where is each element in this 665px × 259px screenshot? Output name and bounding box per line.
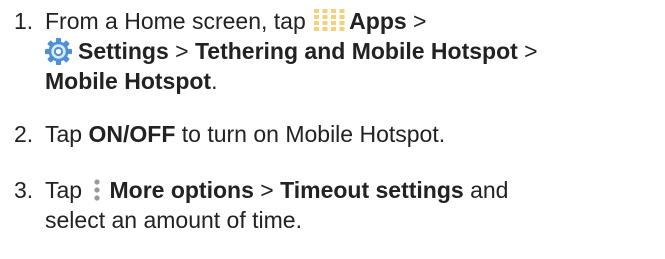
separator: > <box>517 38 538 64</box>
separator: > <box>406 8 427 34</box>
step-number: 1. <box>14 8 34 34</box>
more-options-label: More options <box>109 177 254 203</box>
settings-gear-icon <box>45 38 72 65</box>
period: . <box>211 68 218 94</box>
step-2: 2. Tap ON/OFF to turn on Mobile Hotspot. <box>14 119 657 149</box>
step-1: 1. From a Home screen, tap Apps > Settin… <box>14 6 657 96</box>
tethering-label: Tethering and Mobile Hotspot <box>194 38 518 64</box>
apps-grid-icon <box>314 8 345 31</box>
instruction-list: 1. From a Home screen, tap Apps > Settin… <box>0 0 665 259</box>
step-line: From a Home screen, tap Apps > <box>45 6 657 36</box>
step-line: select an amount of time. <box>45 205 657 235</box>
step-plain-text: select an amount of time. <box>45 207 302 233</box>
step-number: 2. <box>14 121 34 147</box>
step-plain-text: Tap <box>45 177 89 203</box>
step-plain-text: and <box>463 177 509 203</box>
step-line: Mobile Hotspot. <box>45 66 657 96</box>
step-plain-text: From a Home screen, tap <box>45 8 313 34</box>
step-text: Tap ON/OFF to turn on Mobile Hotspot. <box>45 119 657 149</box>
mobile-hotspot-label: Mobile Hotspot <box>45 68 212 94</box>
step-line: Settings > Tethering and Mobile Hotspot … <box>45 36 657 66</box>
step-text: From a Home screen, tap Apps > Settings … <box>45 6 657 96</box>
separator: > <box>168 38 195 64</box>
apps-label: Apps <box>349 8 407 34</box>
on-off-label: ON/OFF <box>88 121 176 147</box>
separator: > <box>253 177 281 203</box>
step-plain-text: to turn on Mobile Hotspot. <box>175 121 446 147</box>
step-line: Tap More options > Timeout settings and <box>45 175 657 205</box>
more-options-icon <box>92 178 102 202</box>
step-plain-text: Tap <box>45 121 89 147</box>
step-text: Tap More options > Timeout settings and … <box>45 175 657 235</box>
step-number: 3. <box>14 177 34 203</box>
timeout-settings-label: Timeout settings <box>280 177 464 203</box>
step-3: 3. Tap More options > Timeout settings a… <box>14 175 657 235</box>
settings-label: Settings <box>78 38 169 64</box>
